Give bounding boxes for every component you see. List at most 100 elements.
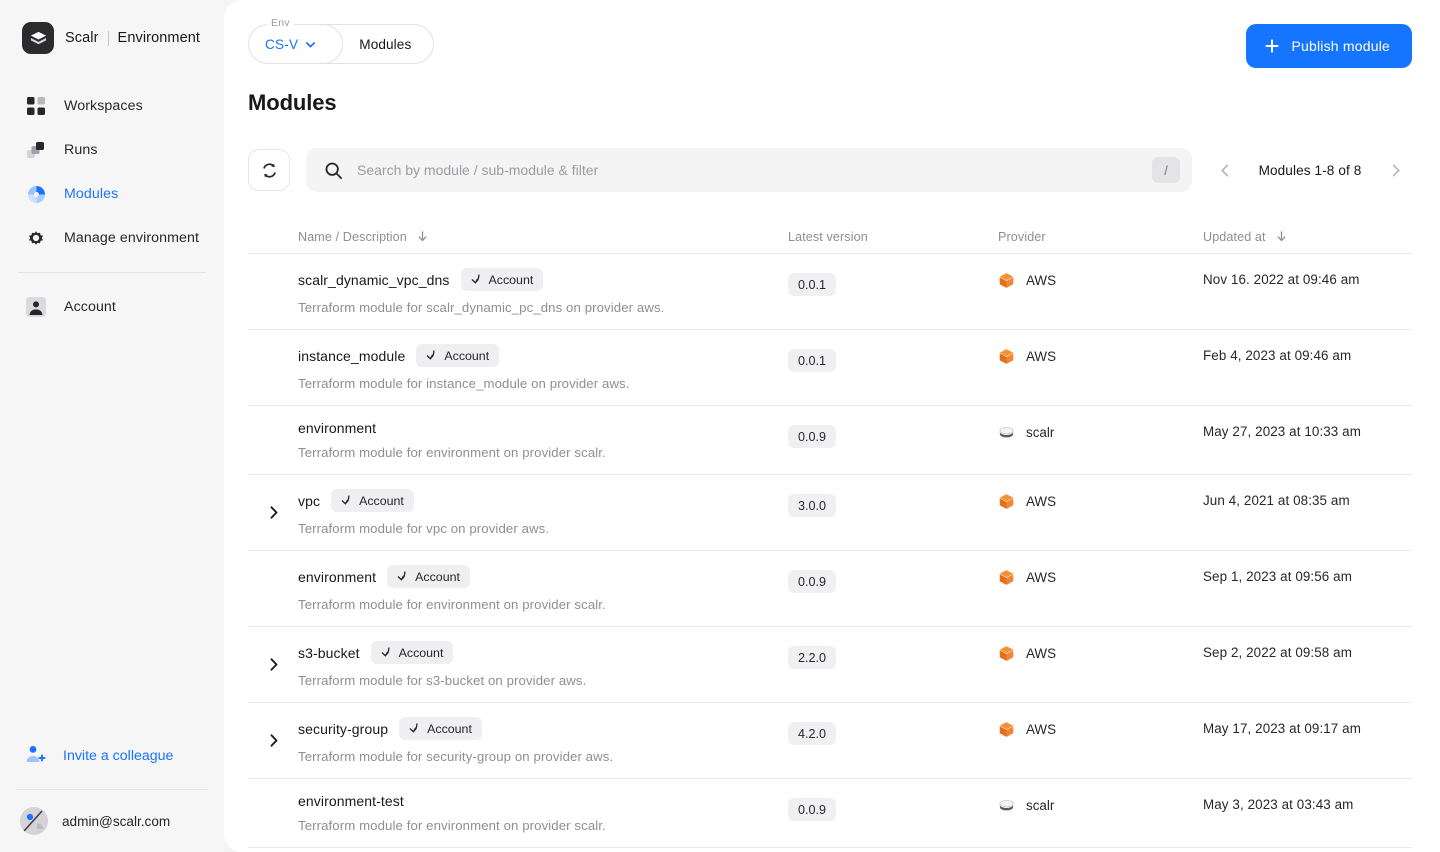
module-name-cell: s3-bucket Account Terraform module for s3-… [298, 627, 788, 702]
scope-badge-label: Account [444, 348, 490, 363]
sidebar-item-modules[interactable]: Modules [0, 172, 224, 216]
page-title: Modules [248, 90, 337, 115]
expand-row-button[interactable] [248, 475, 298, 550]
table-row[interactable]: instance_module Account Terraform module f… [248, 330, 1412, 406]
breadcrumb-env-value[interactable]: CS-V [265, 37, 316, 52]
latest-version-cell: 0.0.1 [788, 272, 998, 296]
user-account-row[interactable]: admin@scalr.com [0, 790, 224, 852]
sidebar-item-label: Workspaces [64, 98, 143, 114]
scope-badge-label: Account [359, 493, 404, 508]
provider-label: AWS [1026, 646, 1057, 661]
table-row[interactable]: scalr_dynamic_vpc_dns Account Terraform mo… [248, 254, 1412, 330]
module-description: Terraform module for security-group on p… [298, 749, 614, 764]
search-icon [325, 162, 343, 179]
sidebar-item-manage-environment[interactable]: Manage environment [0, 216, 224, 260]
module-description: Terraform module for instance_module on … [298, 376, 630, 391]
expand-placeholder [248, 406, 298, 474]
sidebar: Scalr Environment Workspaces Runs Module… [0, 0, 224, 852]
table-row[interactable]: s3-bucket Account Terraform module for s3-… [248, 627, 1412, 703]
version-badge: 0.0.1 [788, 349, 837, 372]
arrow-down-icon [1277, 231, 1286, 242]
module-name-cell: instance_module Account Terraform module f… [298, 330, 788, 405]
module-name[interactable]: environment [298, 420, 376, 436]
breadcrumb-env-text: CS-V [265, 36, 299, 52]
latest-version-cell: 0.0.9 [788, 569, 998, 593]
version-badge: 2.2.0 [788, 646, 837, 669]
module-description: Terraform module for environment on prov… [298, 445, 606, 460]
provider-cell: AWS [998, 348, 1203, 365]
column-header-label: Provider [998, 229, 1046, 244]
app-root: Scalr Environment Workspaces Runs Module… [0, 0, 1440, 852]
pagination-prev-button[interactable] [1208, 153, 1242, 187]
column-header-latest-version: Latest version [788, 230, 998, 244]
module-name[interactable]: environment [298, 569, 376, 585]
sidebar-item-label: Manage environment [64, 230, 200, 246]
module-name-cell: environment-test Terraform module for env… [298, 779, 788, 847]
table-row[interactable]: vpc Account Terraform module for vpc on pr… [248, 475, 1412, 551]
provider-label: AWS [1026, 570, 1057, 585]
column-header-name[interactable]: Name / Description [298, 230, 788, 244]
scope-badge-label: Account [488, 272, 534, 287]
provider-cell: AWS [998, 645, 1203, 662]
scope-badge: Account [416, 344, 500, 367]
version-badge: 0.0.9 [788, 425, 837, 448]
provider-cell: scalr [998, 797, 1203, 814]
chevron-right-icon [270, 658, 277, 671]
sidebar-item-account[interactable]: Account [0, 285, 224, 329]
module-name[interactable]: s3-bucket [298, 645, 360, 661]
brand[interactable]: Scalr Environment [0, 0, 224, 58]
table-header-row: Name / Description Latest version Provid… [248, 220, 1412, 254]
sidebar-item-label: Modules [64, 186, 119, 202]
sidebar-item-workspaces[interactable]: Workspaces [0, 84, 224, 128]
pagination-next-button[interactable] [1378, 153, 1412, 187]
arrow-hook-down-icon [381, 647, 390, 657]
publish-module-button[interactable]: Publish module [1246, 24, 1412, 68]
latest-version-cell: 0.0.9 [788, 424, 998, 448]
module-name[interactable]: instance_module [298, 348, 405, 364]
scalr-disc-icon [999, 427, 1014, 438]
breadcrumb-page[interactable]: Modules [341, 24, 435, 64]
table-row[interactable]: environment Account Terraform module for e… [248, 551, 1412, 627]
chevron-right-icon [1392, 164, 1400, 176]
sidebar-divider [18, 272, 206, 273]
updated-at-cell: May 3, 2023 at 03:43 am [1203, 797, 1354, 812]
grid-squares-icon [25, 95, 47, 117]
main-content: Env CS-V Modules Publish module Modules [224, 0, 1440, 852]
table-row[interactable]: security-group Account Terraform module fo… [248, 703, 1412, 779]
sidebar-nav: Workspaces Runs Modules Manage environme… [0, 84, 224, 329]
breadcrumb-env-label: Env [267, 17, 294, 29]
column-header-label: Updated at [1203, 229, 1266, 244]
expand-row-button[interactable] [248, 703, 298, 778]
latest-version-cell: 4.2.0 [788, 721, 998, 745]
search-input[interactable] [357, 162, 1138, 178]
sidebar-item-runs[interactable]: Runs [0, 128, 224, 172]
module-name-line: environment [298, 420, 788, 436]
search-bar[interactable]: / [306, 148, 1192, 192]
provider-cell: scalr [998, 424, 1203, 441]
gear-icon [25, 227, 47, 249]
column-header-updated-at[interactable]: Updated at [1203, 230, 1412, 244]
module-name[interactable]: scalr_dynamic_vpc_dns [298, 272, 450, 288]
latest-version-cell: 0.0.1 [788, 348, 998, 372]
scope-badge: Account [460, 268, 544, 291]
top-bar: Env CS-V Modules Publish module [248, 0, 1412, 68]
latest-version-cell: 2.2.0 [788, 645, 998, 669]
module-description: Terraform module for environment on prov… [298, 597, 606, 612]
module-name[interactable]: environment-test [298, 793, 404, 809]
modules-table: Name / Description Latest version Provid… [248, 220, 1412, 848]
chevron-down-icon [306, 41, 316, 47]
provider-label: AWS [1026, 722, 1057, 737]
scope-badge: Account [370, 641, 454, 664]
invite-colleague-button[interactable]: Invite a colleague [0, 732, 224, 780]
table-row[interactable]: environment-test Terraform module for env… [248, 779, 1412, 848]
module-name-line: environment-test [298, 793, 788, 809]
breadcrumb-env-selector[interactable]: Env CS-V [248, 17, 343, 64]
stacked-squares-icon [25, 139, 47, 161]
refresh-button[interactable] [248, 149, 290, 191]
module-name-cell: environment Terraform module for environm… [298, 406, 788, 474]
table-row[interactable]: environment Terraform module for environm… [248, 406, 1412, 475]
module-name[interactable]: security-group [298, 721, 388, 737]
expand-row-button[interactable] [248, 627, 298, 702]
module-name[interactable]: vpc [298, 493, 320, 509]
person-add-icon [25, 744, 47, 768]
